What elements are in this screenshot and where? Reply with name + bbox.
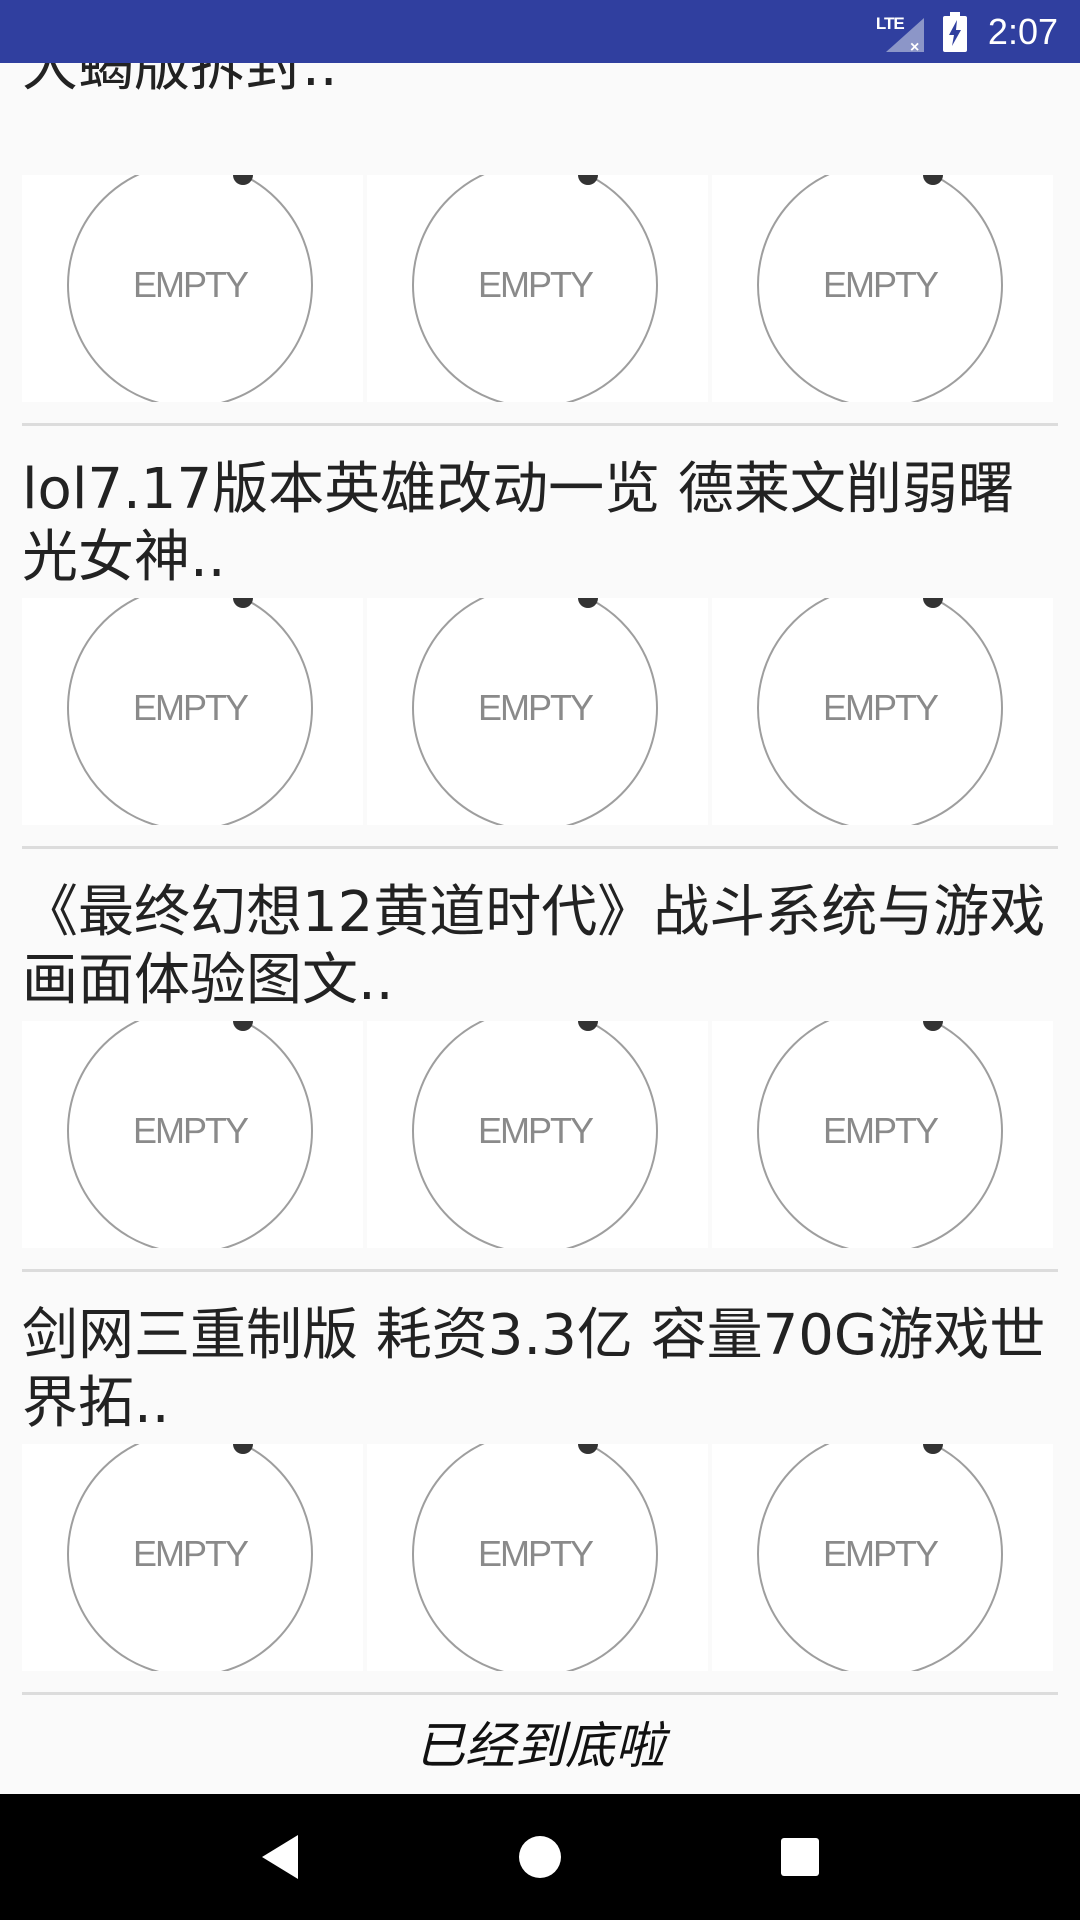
navigation-bar: [0, 1794, 1080, 1920]
feed-item-title: 《最终幻想12黄道时代》战斗系统与游戏画面体验图文..: [22, 880, 1046, 1013]
feed-item[interactable]: 大蝎版拆封.. EMPTY EMPTY EMPTY: [0, 63, 1080, 426]
svg-text:EMPTY: EMPTY: [823, 687, 939, 728]
empty-image-placeholder[interactable]: EMPTY: [367, 598, 708, 825]
empty-image-placeholder[interactable]: EMPTY: [367, 1444, 708, 1671]
feed-item-images: EMPTY EMPTY EMPTY: [22, 598, 1058, 825]
feed-item[interactable]: 《最终幻想12黄道时代》战斗系统与游戏画面体验图文.. EMPTY EMPTY …: [0, 849, 1080, 1272]
svg-text:EMPTY: EMPTY: [823, 1533, 939, 1574]
back-icon[interactable]: [240, 1817, 320, 1897]
battery-charging-icon: [942, 11, 968, 52]
svg-text:EMPTY: EMPTY: [478, 1110, 594, 1151]
recents-icon[interactable]: [760, 1817, 840, 1897]
empty-image-placeholder[interactable]: EMPTY: [712, 598, 1053, 825]
clock: 2:07: [987, 10, 1058, 52]
svg-text:EMPTY: EMPTY: [823, 1110, 939, 1151]
feed-item-images: EMPTY EMPTY EMPTY: [22, 175, 1058, 402]
svg-text:×: ×: [910, 39, 919, 54]
feed-item-images: EMPTY EMPTY EMPTY: [22, 1444, 1058, 1671]
empty-image-placeholder[interactable]: EMPTY: [22, 175, 363, 402]
empty-image-placeholder[interactable]: EMPTY: [367, 1021, 708, 1248]
end-of-list-message: 已经到底啦: [415, 1717, 665, 1775]
svg-text:EMPTY: EMPTY: [823, 264, 939, 305]
empty-image-placeholder[interactable]: EMPTY: [712, 1021, 1053, 1248]
home-icon[interactable]: [500, 1817, 580, 1897]
feed-item-title: 剑网三重制版 耗资3.3亿 容量70G游戏世界拓..: [22, 1303, 1046, 1436]
empty-image-placeholder[interactable]: EMPTY: [367, 175, 708, 402]
feed-item-title: 大蝎版拆封..: [22, 63, 338, 99]
svg-text:EMPTY: EMPTY: [133, 264, 249, 305]
feed-item[interactable]: 剑网三重制版 耗资3.3亿 容量70G游戏世界拓.. EMPTY EMPTY E…: [0, 1272, 1080, 1695]
status-bar: LTE × 2:07: [0, 0, 1080, 63]
svg-text:EMPTY: EMPTY: [133, 1533, 249, 1574]
feed-item-images: EMPTY EMPTY EMPTY: [22, 1021, 1058, 1248]
feed-item-title: lol7.17版本英雄改动一览 德莱文削弱曙光女神..: [22, 457, 1014, 590]
empty-image-placeholder[interactable]: EMPTY: [712, 175, 1053, 402]
empty-image-placeholder[interactable]: EMPTY: [712, 1444, 1053, 1671]
empty-image-placeholder[interactable]: EMPTY: [22, 1444, 363, 1671]
signal-icon: LTE ×: [876, 10, 928, 54]
empty-image-placeholder[interactable]: EMPTY: [22, 1021, 363, 1248]
feed-item[interactable]: lol7.17版本英雄改动一览 德莱文削弱曙光女神.. EMPTY EMPTY …: [0, 426, 1080, 849]
svg-text:EMPTY: EMPTY: [133, 687, 249, 728]
empty-image-placeholder[interactable]: EMPTY: [22, 598, 363, 825]
svg-text:EMPTY: EMPTY: [133, 1110, 249, 1151]
divider: [22, 1692, 1058, 1695]
svg-text:EMPTY: EMPTY: [478, 1533, 594, 1574]
svg-text:EMPTY: EMPTY: [478, 264, 594, 305]
svg-text:EMPTY: EMPTY: [478, 687, 594, 728]
feed-list[interactable]: 大蝎版拆封.. EMPTY EMPTY EMPTY lol7.17版本英雄改动一…: [0, 63, 1080, 1794]
